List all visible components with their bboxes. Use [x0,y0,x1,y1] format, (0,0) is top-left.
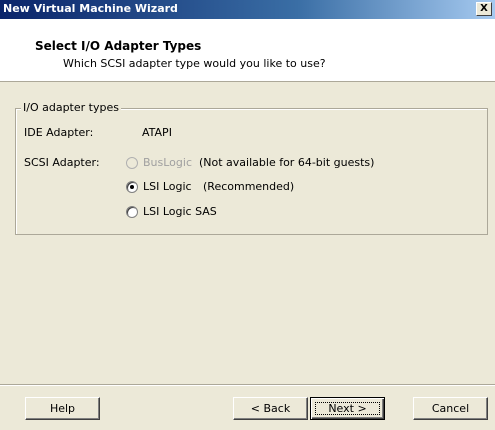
group-legend: I/O adapter types [21,101,121,114]
ide-adapter-label: IDE Adapter: [24,126,94,139]
close-button[interactable]: X [476,2,492,16]
radio-label: LSI Logic SAS [143,205,217,218]
wizard-window: New Virtual Machine Wizard X Select I/O … [0,0,495,430]
page-subtitle: Which SCSI adapter type would you like t… [63,57,326,70]
next-button[interactable]: Next > [310,397,385,420]
radio-label: LSI Logic [143,180,192,193]
back-button[interactable]: < Back [233,397,308,420]
cancel-button[interactable]: Cancel [413,397,488,420]
window-title: New Virtual Machine Wizard [3,2,178,15]
cancel-button-label: Cancel [431,401,470,415]
radio-lsi-logic-sas[interactable]: LSI Logic SAS [126,205,246,220]
wizard-header: Select I/O Adapter Types Which SCSI adap… [0,19,495,82]
back-button-label: < Back [250,401,291,415]
radio-buslogic[interactable]: BusLogic (Not available for 64-bit guest… [126,156,426,171]
radio-lsi-logic[interactable]: LSI Logic (Recommended) [126,180,326,195]
radio-button[interactable] [126,206,138,218]
close-icon: X [480,3,488,14]
ide-adapter-value: ATAPI [142,126,172,139]
title-bar[interactable]: New Virtual Machine Wizard X [0,0,495,19]
radio-note: (Recommended) [203,180,295,193]
scsi-adapter-label: SCSI Adapter: [24,156,100,169]
next-button-label: Next > [328,401,367,415]
radio-button[interactable] [126,157,138,169]
radio-label: BusLogic [143,156,193,169]
radio-note: (Not available for 64-bit guests) [199,156,375,169]
radio-button[interactable] [126,181,138,193]
help-button-label: Help [49,401,76,415]
page-title: Select I/O Adapter Types [35,39,202,53]
footer-divider [0,384,495,386]
help-button[interactable]: Help [25,397,100,420]
